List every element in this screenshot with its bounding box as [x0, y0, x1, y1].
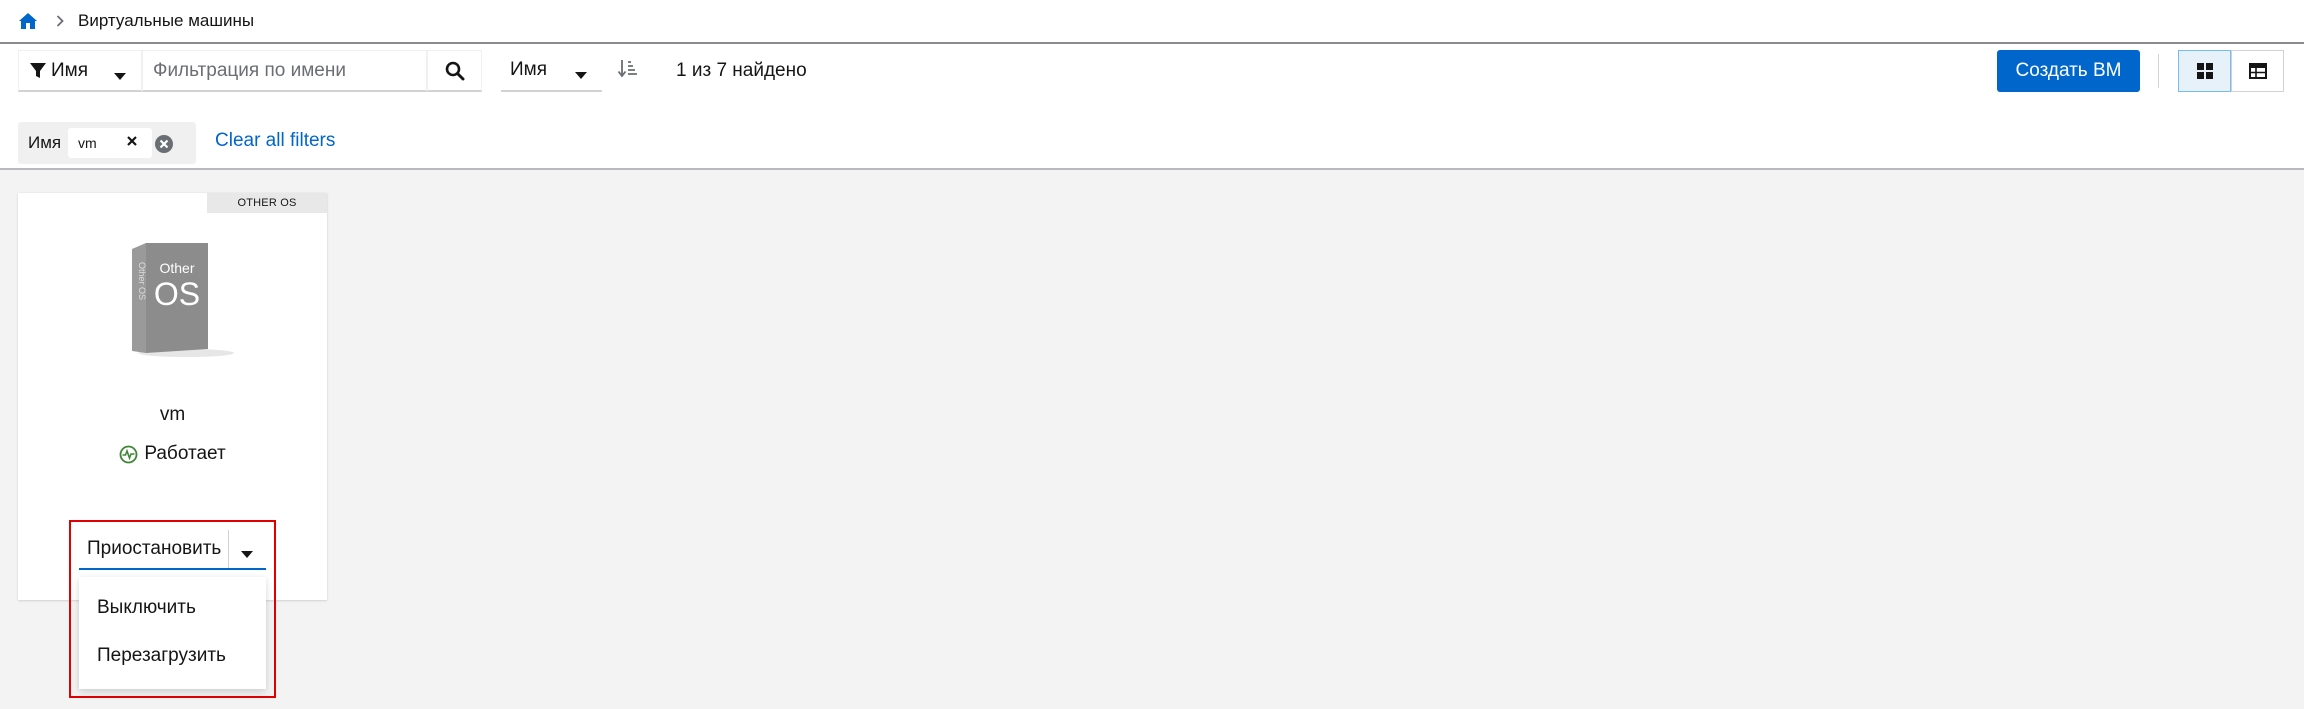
toolbar: Имя Имя 1 из 7 найдено Создать ВМ: [0, 44, 2304, 100]
filter-chip: vm: [68, 128, 152, 158]
search-button[interactable]: [427, 50, 482, 92]
caret-down-icon: [113, 65, 127, 87]
os-badge: OTHER OS: [207, 193, 327, 213]
clear-all-filters-link[interactable]: Clear all filters: [215, 130, 335, 152]
caret-down-icon: [240, 543, 254, 565]
running-status-icon: [119, 445, 138, 464]
filter-type-label: Имя: [51, 59, 89, 81]
os-box-image: Other OS Other OS: [126, 241, 236, 359]
breadcrumb: Виртуальные машины: [18, 8, 254, 34]
filter-icon: [29, 62, 47, 80]
menu-item-shutdown[interactable]: Выключить: [79, 585, 266, 631]
table-view-icon: [2248, 63, 2267, 79]
vm-action-dropdown[interactable]: Приостановить: [79, 530, 266, 570]
home-icon[interactable]: [18, 12, 38, 30]
toolbar-divider: [2158, 54, 2159, 88]
menu-item-restart[interactable]: Перезагрузить: [79, 633, 266, 679]
chip-value: vm: [78, 135, 97, 151]
os-image-label-large: OS: [154, 276, 200, 312]
vm-action-menu: Выключить Перезагрузить: [79, 577, 266, 689]
view-toggle: [2178, 50, 2285, 92]
os-image-label-small: Other: [159, 260, 194, 276]
chevron-right-icon: [56, 15, 64, 27]
vm-status: Работает: [18, 443, 327, 465]
top-bar: Виртуальные машины Имя Имя 1 и: [0, 0, 2304, 170]
vm-status-label: Работает: [144, 443, 226, 464]
chip-category-label: Имя: [28, 133, 62, 152]
search-input[interactable]: [142, 50, 427, 92]
breadcrumb-current: Виртуальные машины: [78, 11, 255, 30]
filter-type-dropdown[interactable]: Имя: [18, 50, 142, 92]
sort-field-label: Имя: [510, 59, 548, 80]
search-icon: [445, 61, 465, 81]
grid-view-icon: [2196, 62, 2214, 80]
chip-remove-icon[interactable]: [126, 135, 138, 147]
chip-group-close-icon[interactable]: [154, 134, 174, 154]
result-count: 1 из 7 найдено: [676, 60, 807, 81]
sort-ascending-icon[interactable]: [617, 58, 641, 82]
pause-action-label: Приостановить: [87, 538, 222, 559]
filter-chip-group: Имя vm: [18, 122, 196, 164]
create-vm-button[interactable]: Создать ВМ: [1997, 50, 2140, 92]
vm-name[interactable]: vm: [18, 404, 327, 426]
dropdown-divider: [228, 530, 229, 568]
card-view-button[interactable]: [2178, 50, 2231, 92]
caret-down-icon: [574, 64, 588, 86]
sort-field-dropdown[interactable]: Имя: [501, 50, 602, 92]
os-image-spine-label: Other OS: [137, 262, 147, 300]
table-view-button[interactable]: [2231, 50, 2284, 92]
